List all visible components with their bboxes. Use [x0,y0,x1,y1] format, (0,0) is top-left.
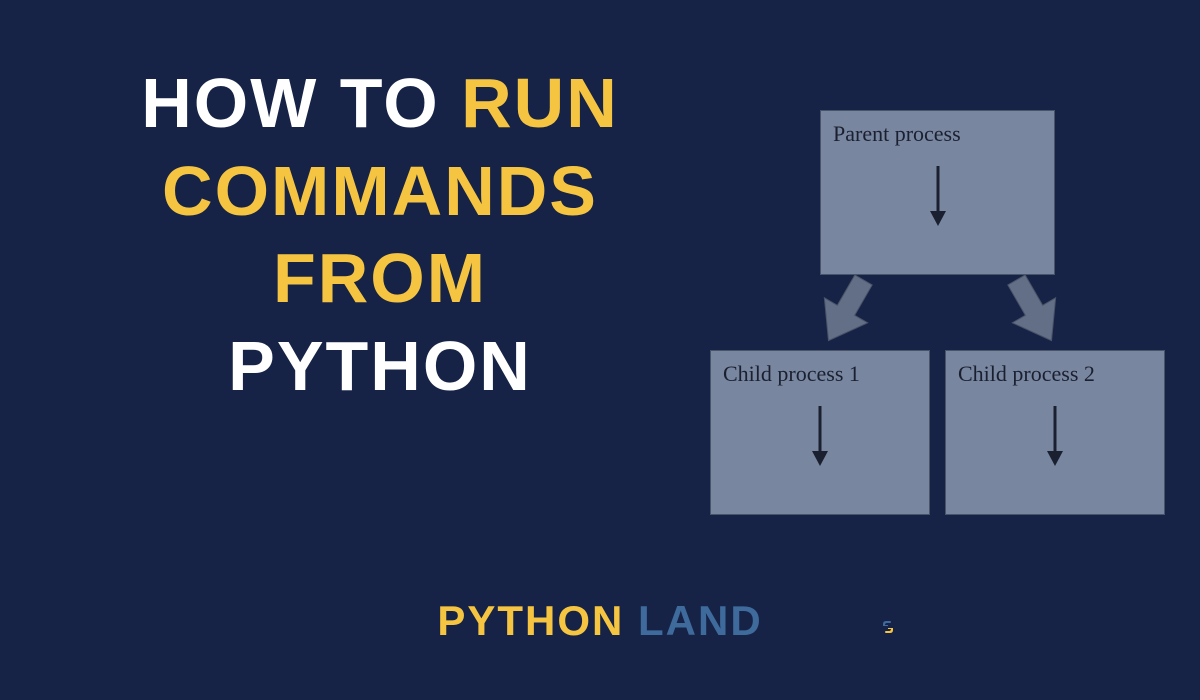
down-arrow-icon [810,406,830,466]
fork-arrow-left-icon [805,275,885,350]
title-line4: PYTHON [80,323,680,411]
process-diagram: Parent process Child process 1 Child pro… [710,110,1165,515]
python-logo-icon [880,619,896,638]
brand-word2: LAND [638,597,763,644]
brand-word1: PYTHON [437,597,624,644]
title-line1-right: RUN [461,64,619,142]
main-title: HOW TO RUN COMMANDS FROM PYTHON [80,60,680,410]
child-process-2-box: Child process 2 [945,350,1165,515]
brand-footer: PYTHON LAND [0,597,1200,645]
title-line1-left: HOW TO [141,64,461,142]
child-process-1-box: Child process 1 [710,350,930,515]
child-process-2-label: Child process 2 [958,361,1152,387]
title-line3: FROM [80,235,680,323]
down-arrow-icon [928,166,948,226]
down-arrow-icon [1045,406,1065,466]
parent-process-label: Parent process [833,121,1042,147]
child-process-1-label: Child process 1 [723,361,917,387]
fork-arrow-right-icon [995,275,1075,350]
parent-process-box: Parent process [820,110,1055,275]
title-line2: COMMANDS [80,148,680,236]
